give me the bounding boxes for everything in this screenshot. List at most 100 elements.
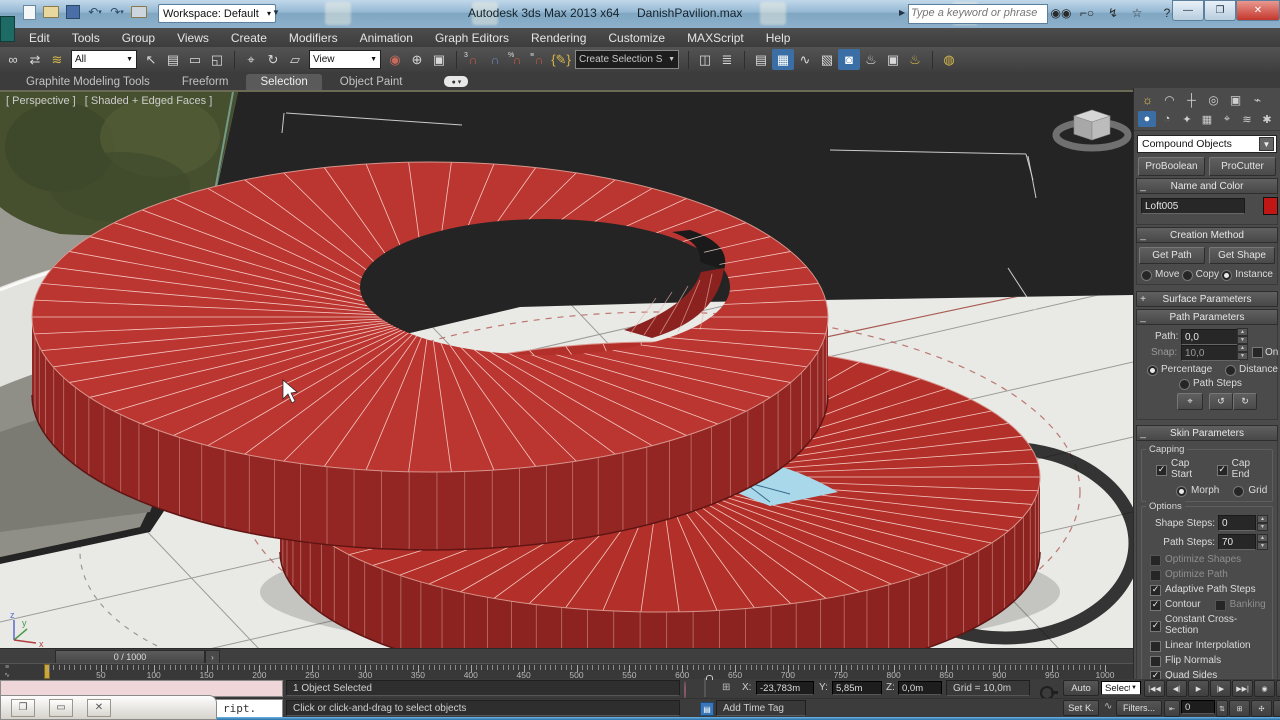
next-frame-icon[interactable]: › (205, 650, 220, 664)
spacewarps-category-icon[interactable]: ≋ (1238, 111, 1256, 127)
window-crossing-icon[interactable]: ◱ (206, 49, 228, 70)
menu-create[interactable]: Create (220, 31, 278, 45)
flip-normals-checkbox[interactable]: Flip Normals (1150, 655, 1221, 667)
named-selection-dropdown[interactable]: Create Selection S ▼ (575, 50, 679, 69)
helpers-category-icon[interactable]: ⌖ (1218, 111, 1236, 127)
selection-lock-icon[interactable] (704, 678, 706, 697)
current-frame-field[interactable]: 0 (1181, 700, 1215, 714)
y-coord-field[interactable]: 5,85m (832, 681, 882, 695)
z-coord-field[interactable]: 0,0m (898, 681, 942, 695)
next-shape-icon[interactable]: ↻ (1233, 393, 1257, 410)
render-setup-icon[interactable]: ♨ (860, 49, 882, 70)
adaptive-path-steps-checkbox[interactable]: Adaptive Path Steps (1150, 584, 1256, 596)
curve-editor-icon[interactable]: ∿ (794, 49, 816, 70)
optimize-shapes-checkbox[interactable]: Optimize Shapes (1150, 554, 1241, 566)
graphite-ribbon-toggle-icon[interactable]: ▦ (772, 49, 794, 70)
linear-interpolation-checkbox[interactable]: Linear Interpolation (1150, 640, 1251, 652)
get-path-button[interactable]: Get Path (1139, 247, 1205, 264)
snap-spinner[interactable]: ▲ ▼ (1237, 344, 1248, 360)
object-color-swatch[interactable] (1263, 197, 1278, 215)
proboolean-button[interactable]: ProBoolean (1138, 157, 1205, 176)
auto-key-button[interactable]: Auto (1063, 680, 1099, 696)
window-minimize-icon[interactable]: ▭ (49, 698, 73, 717)
viewport-shading-label[interactable]: [ Shaded + Edged Faces ] (85, 95, 213, 107)
menu-help[interactable]: Help (755, 31, 802, 45)
favorites-star-icon[interactable]: ☆ (1128, 5, 1146, 21)
previous-frame-icon[interactable]: ◀| (1166, 680, 1187, 697)
creation-method-rollout-header[interactable]: _ Creation Method (1136, 227, 1278, 243)
pick-shape-icon[interactable]: ⌖ (1177, 393, 1203, 410)
play-selected-icon[interactable]: |▶ (1210, 680, 1231, 697)
orbit-icon[interactable]: ◯ (1273, 700, 1280, 717)
hierarchy-tab-icon[interactable]: ┼ (1182, 91, 1201, 108)
new-file-icon[interactable] (20, 3, 38, 21)
toolbar-overflow-icon[interactable]: ▼ (272, 8, 280, 17)
zoom-all-icon[interactable]: ▦ (1276, 680, 1280, 697)
search-binoculars-icon[interactable]: ◉◉ (1051, 5, 1072, 21)
zoom-extents-icon[interactable]: ◉ (1254, 680, 1275, 697)
pan-hand-icon[interactable]: ✣ (1251, 700, 1272, 717)
key-filters-button[interactable]: Filters... (1116, 700, 1162, 716)
name-color-rollout-header[interactable]: _ Name and Color (1136, 178, 1278, 194)
path-steps-field[interactable]: 70 (1218, 534, 1256, 550)
loft-object-upper-ring[interactable] (30, 160, 830, 551)
material-editor-icon[interactable]: ◙ (838, 49, 860, 70)
select-object-icon[interactable]: ↖ (140, 49, 162, 70)
open-file-icon[interactable] (42, 3, 60, 21)
tab-freeform[interactable]: Freeform (168, 74, 243, 90)
percent-snap-icon[interactable]: % ∩ (506, 52, 528, 67)
mirror-icon[interactable]: ◫ (694, 49, 716, 70)
menu-maxscript[interactable]: MAXScript (676, 31, 755, 45)
save-file-icon[interactable] (64, 3, 82, 21)
get-shape-button[interactable]: Get Shape (1209, 247, 1275, 264)
time-slider-handle[interactable]: 0 / 1000 (55, 650, 205, 664)
render-production-icon[interactable]: ♨ (904, 49, 926, 70)
align-icon[interactable]: ≣ (716, 49, 738, 70)
workspace-dropdown[interactable]: Workspace: Default ▾ (158, 4, 276, 23)
x-coord-field[interactable]: -23,783m (756, 681, 814, 695)
edit-named-selections-icon[interactable]: {✎} (550, 49, 572, 70)
object-name-field[interactable]: Loft005 (1141, 198, 1245, 214)
application-button[interactable] (0, 16, 15, 42)
optimize-path-checkbox[interactable]: Optimize Path (1150, 569, 1228, 581)
banking-checkbox[interactable]: Banking (1214, 599, 1266, 611)
selection-filter-dropdown[interactable]: All ▼ (71, 50, 137, 69)
select-and-scale-icon[interactable]: ▱ (284, 49, 306, 70)
copy-radio[interactable]: Copy (1181, 269, 1219, 281)
constant-cross-section-checkbox[interactable]: Constant Cross-Section (1150, 614, 1256, 636)
key-filter-dropdown[interactable]: Selected▼ (1101, 681, 1141, 695)
go-to-start-icon[interactable]: |◀◀ (1144, 680, 1165, 697)
create-tab-icon[interactable]: ☼ (1138, 91, 1157, 108)
viewport-label[interactable]: [ Perspective ] [ Shaded + Edged Faces ] (6, 95, 218, 107)
previous-shape-icon[interactable]: ↺ (1209, 393, 1233, 410)
path-parameters-rollout-header[interactable]: _ Path Parameters (1136, 309, 1278, 325)
cameras-category-icon[interactable]: ▦ (1198, 111, 1216, 127)
menu-graph-editors[interactable]: Graph Editors (424, 31, 520, 45)
floating-window-titlebar[interactable]: ❐ ▭ ✕ (0, 695, 217, 720)
dropdown-arrow-icon[interactable]: ▼ (1259, 137, 1274, 151)
mini-curve-editor-icon[interactable]: ≡ ∿ (1, 664, 13, 680)
tab-graphite-modeling-tools[interactable]: Graphite Modeling Tools (12, 74, 164, 90)
display-tab-icon[interactable]: ▣ (1226, 91, 1245, 108)
search-box[interactable] (908, 4, 1048, 24)
surface-parameters-rollout-header[interactable]: + Surface Parameters (1136, 291, 1278, 307)
frame-spinner[interactable]: ⇅ (1216, 700, 1228, 717)
percentage-radio[interactable]: Percentage (1147, 364, 1212, 376)
select-by-name-icon[interactable]: ▤ (162, 49, 184, 70)
shape-steps-spinner[interactable]: ▲ ▼ (1257, 515, 1268, 531)
shape-steps-field[interactable]: 0 (1218, 515, 1256, 531)
snap-on-checkbox[interactable] (1252, 347, 1263, 358)
procutter-button[interactable]: ProCutter (1209, 157, 1276, 176)
select-and-move-icon[interactable]: ⌖ (240, 49, 262, 70)
modify-tab-icon[interactable]: ◠ (1160, 91, 1179, 108)
schematic-view-icon[interactable]: ▧ (816, 49, 838, 70)
track-bar[interactable]: ≡ ∿ 50 100 150 200 250 300 350 400 450 500 550 600 65… (0, 663, 1133, 680)
project-folder-icon[interactable] (130, 3, 148, 21)
set-key-button[interactable]: Set K. (1063, 700, 1099, 716)
path-steps-spinner[interactable]: ▲ ▼ (1257, 534, 1268, 550)
select-and-rotate-icon[interactable]: ↻ (262, 49, 284, 70)
minimize-button[interactable]: — (1172, 0, 1204, 21)
close-button[interactable]: ✕ (1236, 0, 1280, 21)
use-pivot-point-icon[interactable]: ◉ (384, 49, 406, 70)
key-mode-toggle-icon[interactable]: ⇤ (1164, 700, 1180, 717)
